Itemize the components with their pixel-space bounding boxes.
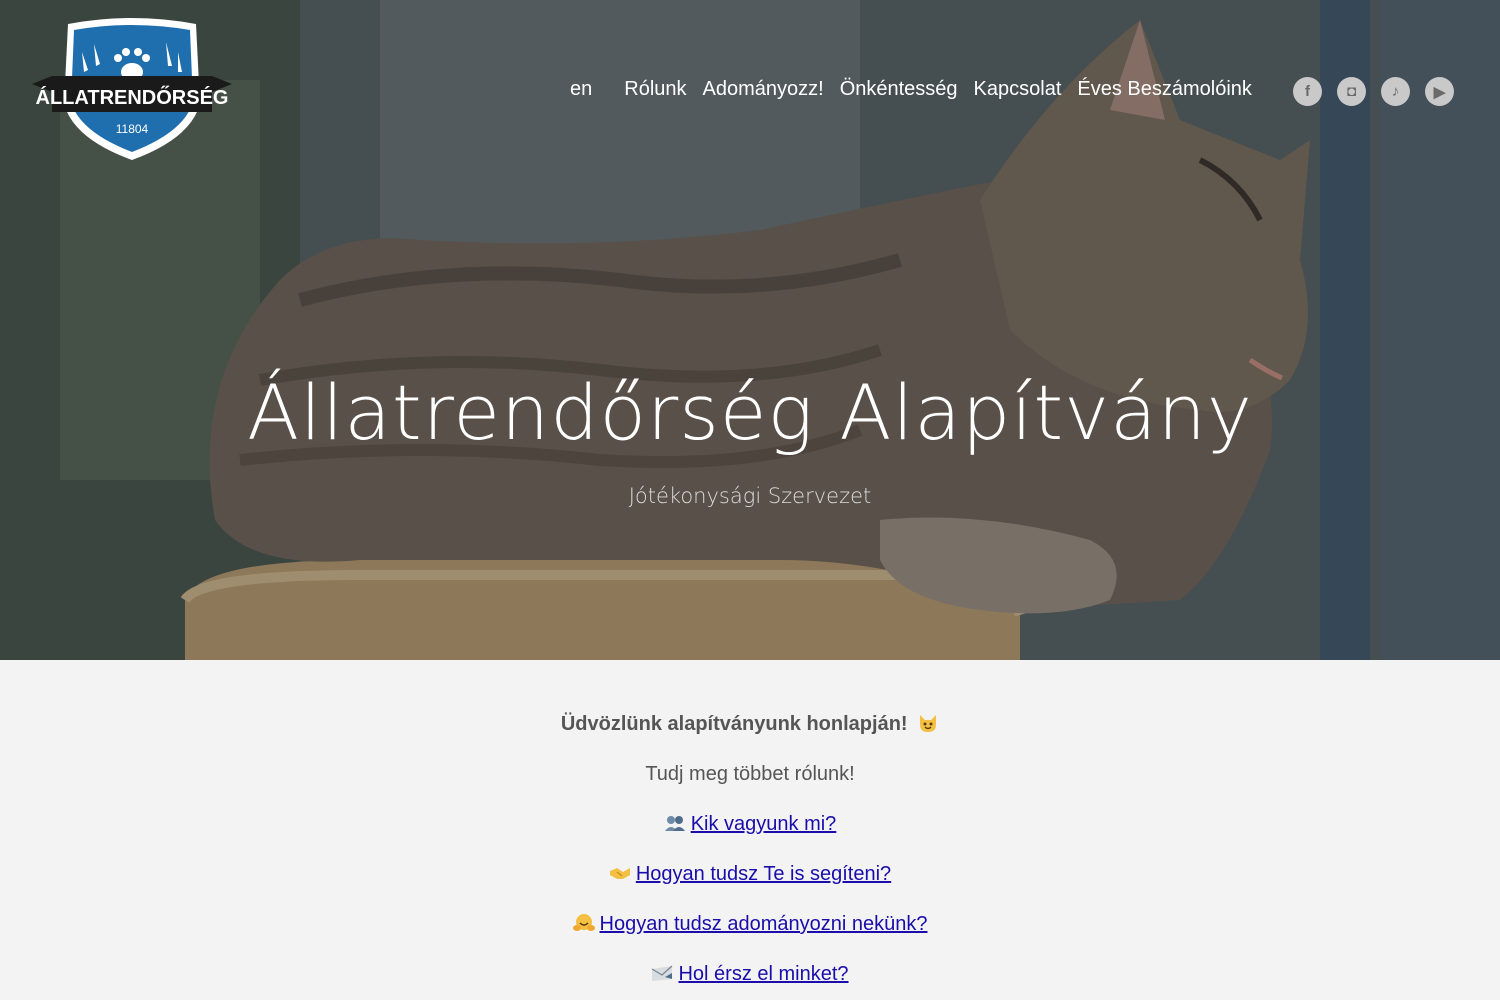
welcome-paragraph: Üdvözlünk alapítványunk honlapján! <box>0 713 1500 736</box>
nav-link-donate[interactable]: Adományozz! <box>703 78 824 101</box>
how-to-help-link[interactable]: Hogyan tudsz Te is segíteni? <box>636 863 891 885</box>
logo-name-text: ÁLLATRENDŐRSÉG <box>36 86 229 109</box>
hugging-face-icon <box>572 914 595 931</box>
link-row-contact: Hol érsz el minket? <box>0 963 1500 986</box>
nav-link-contact[interactable]: Kapcsolat <box>974 78 1062 101</box>
hero-title: Állatrendőrség Alapítvány <box>247 368 1253 457</box>
intro-section: Üdvözlünk alapítványunk honlapján! Tudj … <box>0 660 1500 1000</box>
nav-link-about[interactable]: Rólunk <box>624 78 686 101</box>
youtube-icon[interactable]: ▶ <box>1425 77 1454 106</box>
facebook-icon[interactable]: f <box>1293 77 1322 106</box>
logo-number-text: 11804 <box>116 122 149 136</box>
language-switch-link[interactable]: en <box>570 78 592 101</box>
welcome-text: Üdvözlünk alapítványunk honlapján! <box>560 713 908 735</box>
tiktok-icon[interactable]: ♪ <box>1381 77 1410 106</box>
nav-link-annual-reports[interactable]: Éves Beszámolóink <box>1077 78 1252 101</box>
hero-subtitle: Jótékonysági Szervezet <box>628 484 872 508</box>
link-row-how-to-donate: Hogyan tudsz adományozni nekünk? <box>0 913 1500 936</box>
people-icon <box>664 816 685 831</box>
nav-link-volunteering[interactable]: Önkéntesség <box>840 78 958 101</box>
allatrendorseg-logo[interactable]: ÁLLATRENDŐRSÉG 11804 <box>30 14 234 164</box>
who-we-are-link[interactable]: Kik vagyunk mi? <box>691 813 837 835</box>
cat-face-icon <box>920 715 937 732</box>
main-nav: en Rólunk Adományozz! Önkéntesség Kapcso… <box>560 78 1268 101</box>
instagram-icon[interactable]: ◘ <box>1337 77 1366 106</box>
envelope-icon <box>652 965 673 981</box>
social-links: f ◘ ♪ ▶ <box>1293 77 1454 106</box>
learn-more-text: Tudj meg többet rólunk! <box>645 763 855 785</box>
link-row-how-to-help: Hogyan tudsz Te is segíteni? <box>0 863 1500 886</box>
link-row-who-we-are: Kik vagyunk mi? <box>0 813 1500 836</box>
hero-banner: ÁLLATRENDŐRSÉG 11804 en Rólunk Adományoz… <box>0 0 1500 660</box>
handshake-icon <box>609 868 630 879</box>
how-to-donate-link[interactable]: Hogyan tudsz adományozni nekünk? <box>600 913 928 935</box>
contact-link[interactable]: Hol érsz el minket? <box>678 963 848 985</box>
